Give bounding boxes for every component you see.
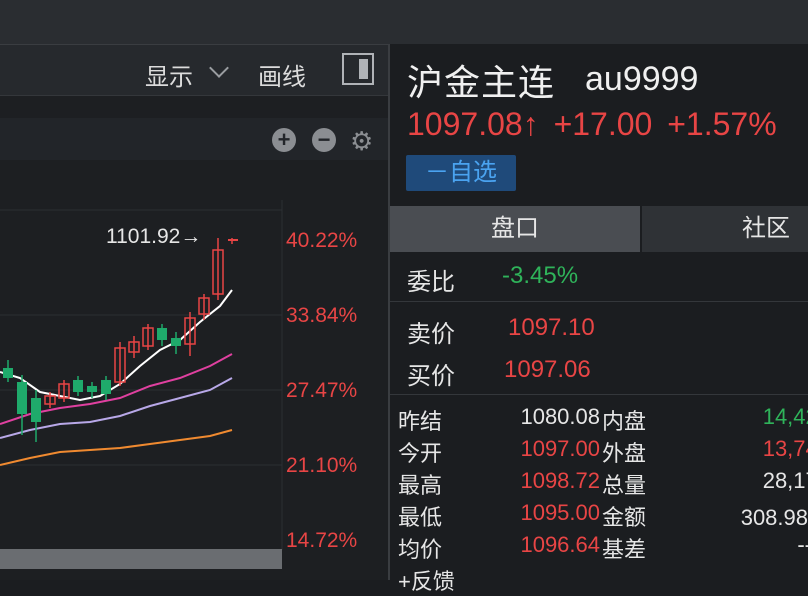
last-price: 1097.08↑ [407,106,539,142]
gear-icon[interactable]: ⚙ [350,126,373,157]
y-tick-label: 21.10% [286,454,357,477]
high-label: 最高 [398,473,443,498]
outer-value: 13,749 [762,436,808,461]
y-tick-label: 40.22% [286,229,357,252]
avg-label: 均价 [398,537,443,562]
quote-tabs: 盘口 社区 [390,206,808,252]
add-watchlist-button[interactable]: －自选 [406,155,516,191]
inner-label: 内盘 [602,409,647,434]
avg-value: 1096.64 [520,532,600,557]
basis-label: 基差 [602,537,647,562]
chevron-down-icon[interactable] [209,58,229,78]
display-button[interactable]: 显示 [145,57,193,92]
zoom-out-icon[interactable]: − [312,128,336,152]
bid-label: 买价 [407,363,455,390]
open-label: 今开 [398,441,443,466]
y-tick-label: 14.72% [286,529,357,550]
contract-code: au9999 [585,60,699,98]
candles [3,238,238,442]
amount-label: 金额 [602,505,647,530]
top-bar [0,0,808,45]
quote-panel: 沪金主连 au9999 1097.08↑ +17.00 +1.57% －自选 盘… [390,44,808,594]
ask-label: 卖价 [407,321,455,348]
divider [390,301,808,302]
tab-orderbook[interactable]: 盘口 [390,206,642,252]
draw-line-button[interactable]: 画线 [258,57,306,92]
contract-name: 沪金主连 [407,62,556,103]
basis-value: -- [797,532,808,557]
divider [390,394,808,395]
high-value: 1098.72 [520,468,600,493]
candlestick-chart: 1101.92→ 40.22% 33.84% 27.47% 21.10% 14.… [0,200,357,550]
tab-community[interactable]: 社区 [642,206,808,252]
ma-line-1 [0,289,233,402]
price-change: +17.00 [553,106,653,142]
open-value: 1097.00 [520,436,600,461]
y-tick-label: 33.84% [286,304,357,327]
y-tick-label: 27.47% [286,379,357,402]
prev-close-label: 昨结 [398,409,443,434]
feedback-link[interactable]: +反馈 [398,564,455,596]
peak-annotation: 1101.92→ [106,225,201,248]
volume-value: 28,175 [762,468,808,493]
ma-line-4 [0,429,233,466]
ratio-label: 委比 [407,269,455,296]
bid-price: 1097.06 [504,356,591,383]
chart-toolbar: 显示 画线 [0,45,388,96]
amount-value: 308.98亿 [740,505,808,530]
zoom-in-icon[interactable]: + [272,128,296,152]
panel-toggle-icon[interactable] [342,53,374,85]
low-label: 最低 [398,505,443,530]
ask-price: 1097.10 [508,314,595,341]
ratio-value: -3.45% [502,262,579,289]
volume-label: 总量 [602,473,647,498]
inner-value: 14,426 [762,404,808,429]
price-line: 1097.08↑ +17.00 +1.57% [407,106,777,143]
chart-scrollbar[interactable] [0,549,282,569]
outer-label: 外盘 [602,441,647,466]
price-change-pct: +1.57% [667,106,777,142]
prev-close-value: 1080.08 [520,404,600,429]
low-value: 1095.00 [520,500,600,525]
